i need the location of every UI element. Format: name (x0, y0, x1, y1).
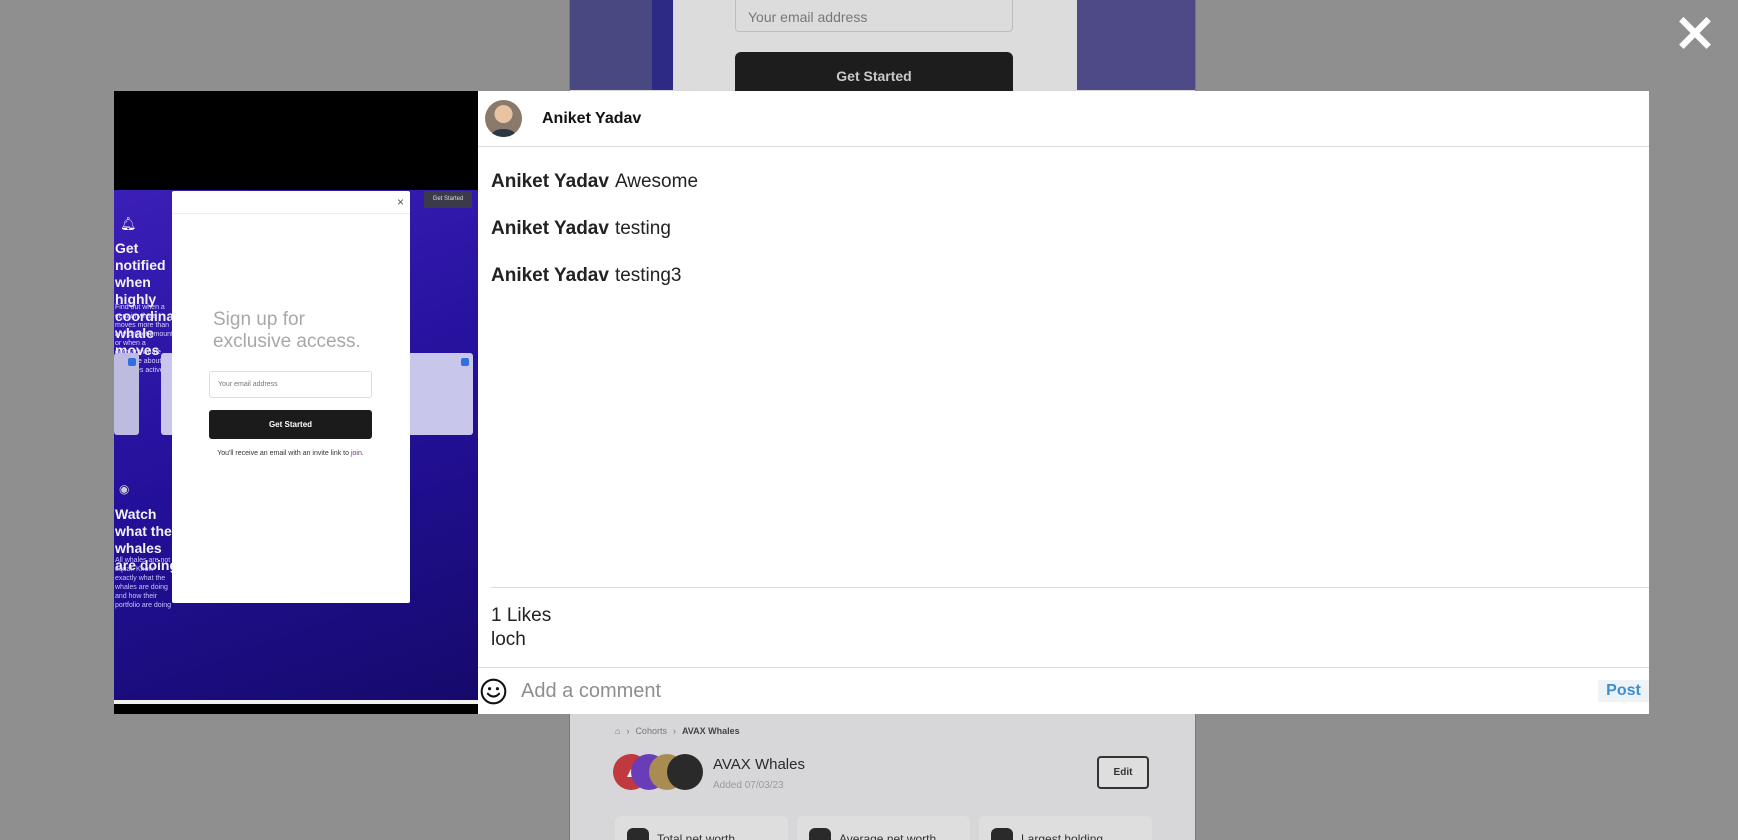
bg-cohort-title: AVAX Whales (713, 756, 805, 773)
stat-icon (809, 828, 831, 840)
post-button[interactable]: Post (1598, 680, 1649, 702)
post-author[interactable]: Aniket Yadav (542, 110, 641, 128)
bg-token-icons: ▲ (613, 754, 703, 790)
comment: Aniket Yadav testing (491, 216, 1649, 241)
bg-cohort-date: Added 07/03/23 (713, 780, 784, 791)
stat-icon (991, 828, 1013, 840)
bg-stat-card: Total net worth (615, 816, 788, 840)
post-header: Aniket Yadav (478, 91, 1649, 147)
comment: Aniket Yadav testing3 (491, 263, 1649, 288)
comment: Aniket Yadav Awesome (491, 169, 1649, 194)
close-icon[interactable]: × (1666, 5, 1724, 59)
checkbox-icon (461, 358, 469, 366)
popup-note-text: You'll receive an email with an invite l… (217, 450, 351, 457)
post-media: Get Started 🔔︎ Get notified when highly … (114, 91, 478, 714)
post-panel: Aniket Yadav Aniket Yadav Awesome Aniket … (478, 91, 1649, 714)
popup-get-started-button: Get Started (209, 410, 372, 439)
avatar[interactable] (485, 100, 522, 137)
bg-email-field: Your email address (735, 0, 1013, 32)
bg-breadcrumb-item: AVAX Whales (681, 726, 740, 736)
popup-email-field: Your email address (209, 371, 372, 398)
bell-icon: 🔔︎ (120, 216, 137, 231)
bg-hero: Your email address Get Started (570, 0, 1195, 98)
bg-stat-label: Largest holding (1021, 832, 1104, 840)
comment-text: testing3 (614, 265, 682, 286)
bg-hero-right (1077, 0, 1195, 90)
bg-breadcrumb: ⌂ › Cohorts › AVAX Whales (615, 726, 740, 736)
media-screenshot[interactable]: Get Started 🔔︎ Get notified when highly … (114, 190, 478, 704)
popup-note-link: join (350, 450, 362, 457)
close-icon: × (396, 195, 404, 209)
media-card (407, 353, 473, 435)
bg-cohort-section: ⌂›Cohorts›AVAX Whales ▲ AVAX Whales Adde… (570, 716, 1195, 840)
add-comment-row: Post (478, 667, 1649, 714)
bg-edit-button: Edit (1097, 756, 1149, 789)
checkbox-icon (128, 358, 136, 366)
smiley-icon[interactable] (480, 678, 507, 705)
stat-icon (627, 828, 649, 840)
post-modal: Get Started 🔔︎ Get notified when highly … (114, 91, 1649, 714)
comment-author[interactable]: Aniket Yadav (491, 265, 609, 286)
comment-text: Awesome (614, 171, 699, 192)
bg-stat-label: Total net worth (657, 832, 736, 840)
bg-hero-left (570, 0, 652, 90)
popup-note-text: . (361, 450, 364, 457)
likes-area: 1 Likes loch (491, 587, 1649, 668)
bg-stat-label: Average net worth (839, 832, 937, 840)
bg-stat-card: Average net worth (797, 816, 970, 840)
comment-text: testing (614, 218, 671, 239)
media-card (114, 353, 139, 435)
eye-icon: ◉ (119, 482, 130, 496)
comment-author[interactable]: Aniket Yadav (491, 171, 609, 192)
popup-note: You'll receive an email with an invite l… (209, 449, 372, 458)
comment-author[interactable]: Aniket Yadav (491, 218, 609, 239)
comment-list: Aniket Yadav Awesome Aniket Yadav testing … (478, 147, 1649, 288)
likes-count[interactable]: 1 Likes (491, 604, 1649, 628)
comment-input[interactable] (521, 671, 1598, 711)
post-caption: loch (491, 629, 526, 650)
popup-title: Sign up for exclusive access. (213, 309, 361, 352)
home-icon: ⌂ (615, 726, 621, 736)
token-icon (667, 754, 703, 790)
divider (172, 213, 410, 214)
media-top-button: Get Started (424, 191, 472, 208)
media-signup-popup: × Sign up for exclusive access. Your ema… (172, 191, 410, 603)
bg-stat-card: Largest holding (979, 816, 1152, 840)
bg-breadcrumb-item: Cohorts (635, 726, 667, 736)
media-subtext: All whales are not equal. Know exactly w… (115, 557, 172, 609)
